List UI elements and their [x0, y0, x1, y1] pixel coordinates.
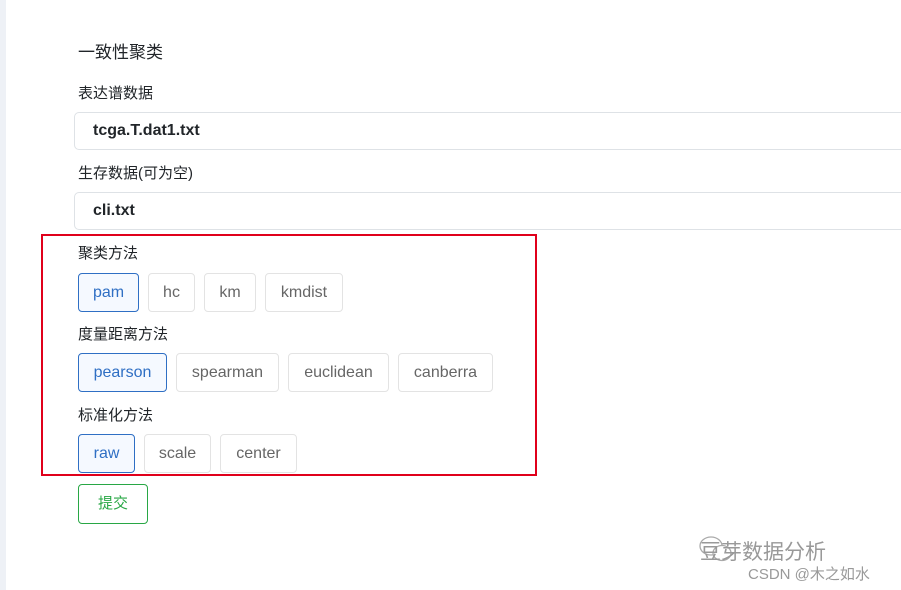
- distance-option-canberra[interactable]: canberra: [398, 353, 493, 392]
- cluster-option-pam[interactable]: pam: [78, 273, 139, 312]
- watermark-title: 豆芽数据分析: [700, 541, 826, 564]
- cluster-option-kmdist[interactable]: kmdist: [265, 273, 343, 312]
- distance-option-pearson[interactable]: pearson: [78, 353, 167, 392]
- cluster-option-km[interactable]: km: [204, 273, 256, 312]
- watermark-author: CSDN @木之如水: [748, 566, 870, 583]
- surv-label: 生存数据(可为空): [78, 165, 193, 182]
- norm-option-center[interactable]: center: [220, 434, 297, 473]
- norm-option-raw[interactable]: raw: [78, 434, 135, 473]
- expr-file-input[interactable]: tcga.T.dat1.txt: [74, 112, 901, 150]
- expr-label: 表达谱数据: [78, 85, 154, 102]
- surv-file-input[interactable]: cli.txt: [74, 192, 901, 230]
- submit-button[interactable]: 提交: [78, 484, 148, 524]
- norm-option-scale[interactable]: scale: [144, 434, 211, 473]
- cluster-label: 聚类方法: [78, 245, 139, 262]
- distance-option-spearman[interactable]: spearman: [176, 353, 279, 392]
- norm-label: 标准化方法: [78, 407, 154, 424]
- cluster-option-hc[interactable]: hc: [148, 273, 195, 312]
- distance-option-euclidean[interactable]: euclidean: [288, 353, 389, 392]
- left-sidebar-edge: [0, 0, 6, 590]
- distance-label: 度量距离方法: [78, 326, 169, 343]
- page-title: 一致性聚类: [78, 43, 163, 62]
